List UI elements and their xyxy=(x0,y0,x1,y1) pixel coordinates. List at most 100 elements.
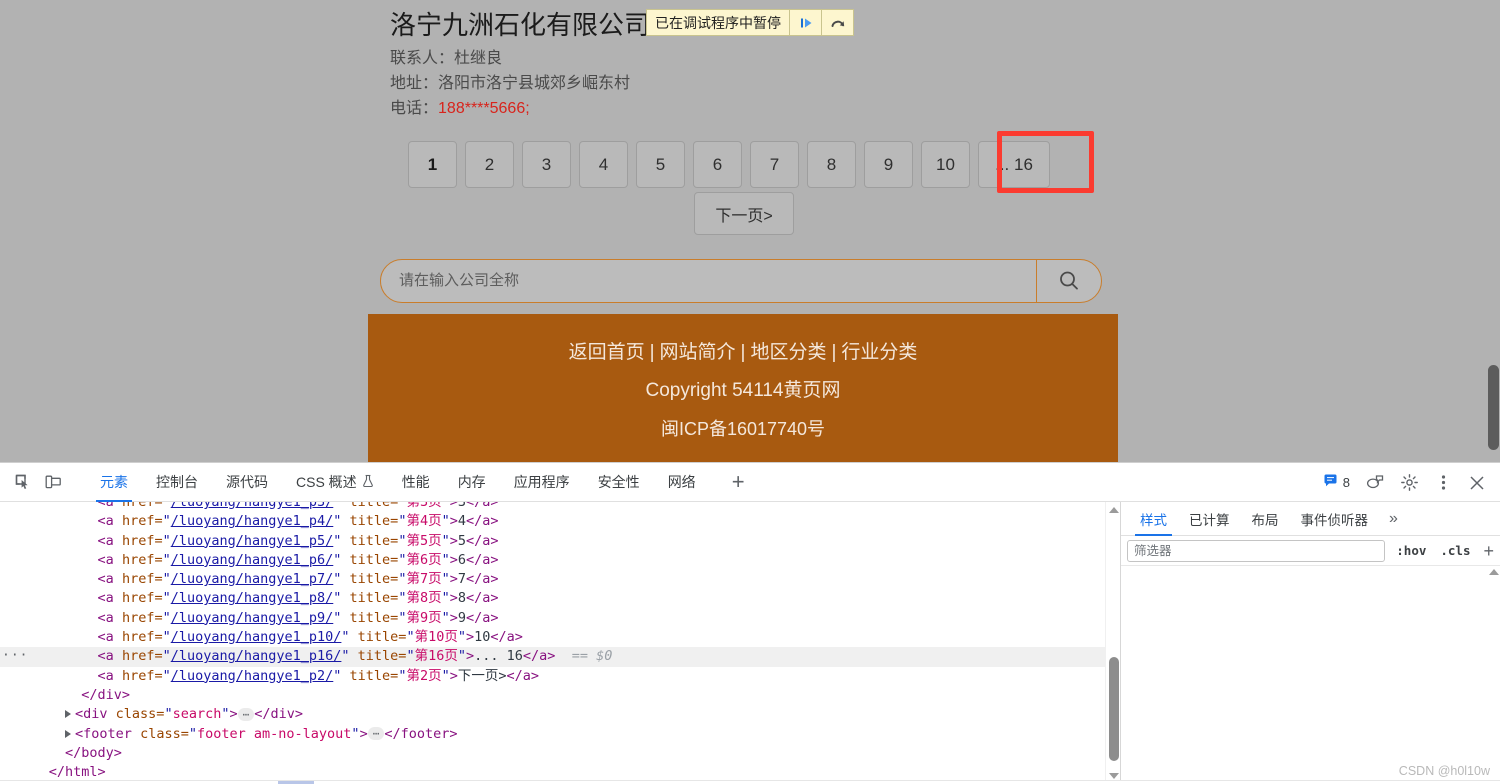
device-toolbar-icon[interactable] xyxy=(38,467,68,497)
dom-scrollbar-thumb[interactable] xyxy=(1109,657,1119,761)
dom-line[interactable]: <a href="/luoyang/hangye1_p5/" title="第5… xyxy=(0,532,1105,551)
styles-scroll-up-arrow[interactable] xyxy=(1489,569,1499,575)
page-button-6[interactable]: 6 xyxy=(693,141,742,188)
footer-link-region[interactable]: 地区分类 xyxy=(750,342,826,363)
dom-scrollbar[interactable] xyxy=(1105,502,1120,784)
new-style-rule-button[interactable]: + xyxy=(1481,542,1496,560)
dom-line[interactable]: <a href="/luoyang/hangye1_p3/" title="第3… xyxy=(0,502,1105,512)
tab-application[interactable]: 应用程序 xyxy=(500,463,584,502)
page-button-8[interactable]: 8 xyxy=(807,141,856,188)
page-scrollbar[interactable] xyxy=(1485,0,1500,462)
dom-scroll-up-arrow[interactable] xyxy=(1109,507,1119,513)
dom-line[interactable]: <a href="/luoyang/hangye1_p6/" title="第6… xyxy=(0,551,1105,570)
search-input[interactable] xyxy=(381,259,1036,302)
resume-script-icon[interactable] xyxy=(789,10,821,35)
tab-memory[interactable]: 内存 xyxy=(444,463,500,502)
tab-event-listeners[interactable]: 事件侦听器 xyxy=(1290,502,1380,536)
expand-triangle-icon[interactable] xyxy=(65,710,72,719)
page-button-5[interactable]: 5 xyxy=(636,141,685,188)
page-scrollbar-thumb[interactable] xyxy=(1488,365,1499,450)
page-button-2[interactable]: 2 xyxy=(465,141,514,188)
code-token-link[interactable]: /luoyang/hangye1_p5/ xyxy=(171,533,334,549)
dom-line[interactable]: <a href="/luoyang/hangye1_p9/" title="第9… xyxy=(0,609,1105,628)
flask-icon xyxy=(362,474,374,491)
tab-elements[interactable]: 元素 xyxy=(86,463,142,502)
dom-line[interactable]: <div class="search"> ⋯ </div> xyxy=(0,705,1105,724)
page-button-9[interactable]: 9 xyxy=(864,141,913,188)
tab-network-label: 网络 xyxy=(667,474,696,490)
styles-filter-bar: :hov .cls + xyxy=(1121,536,1500,566)
page-button-10[interactable]: 10 xyxy=(921,141,970,188)
code-token-link[interactable]: /luoyang/hangye1_p9/ xyxy=(171,610,334,626)
dom-tree-lines: <a href="/luoyang/hangye1_p3/" title="第3… xyxy=(0,502,1105,782)
tab-layout[interactable]: 布局 xyxy=(1241,502,1290,536)
code-token-text: 下一页> xyxy=(457,667,507,684)
page-button-7[interactable]: 7 xyxy=(750,141,799,188)
code-token-link[interactable]: /luoyang/hangye1_p2/ xyxy=(171,668,334,684)
code-token-text: 5 xyxy=(457,532,467,549)
tab-security[interactable]: 安全性 xyxy=(584,463,654,502)
footer-link-industry[interactable]: 行业分类 xyxy=(841,342,917,363)
dom-line[interactable]: <a href="/luoyang/hangye1_p4/" title="第4… xyxy=(0,512,1105,531)
dom-line-selected[interactable]: ··· <a href="/luoyang/hangye1_p16/" titl… xyxy=(0,647,1105,667)
footer-link-about[interactable]: 网站简介 xyxy=(660,342,736,363)
gear-icon[interactable] xyxy=(1394,468,1424,498)
code-token-link[interactable]: /luoyang/hangye1_p3/ xyxy=(171,502,334,510)
phone-value: 188****5666; xyxy=(438,100,530,117)
code-token-tag: </div> xyxy=(254,706,304,723)
dom-line[interactable]: <a href="/luoyang/hangye1_p10/" title="第… xyxy=(0,628,1105,647)
tab-console[interactable]: 控制台 xyxy=(142,463,212,502)
step-over-icon[interactable] xyxy=(821,10,853,35)
devtools-toolbar: 元素 控制台 源代码 CSS 概述 性能 内存 应用程序 安全性 网络 + 8 xyxy=(0,463,1500,502)
code-token-tag: </a> xyxy=(490,629,523,646)
page-button-4[interactable]: 4 xyxy=(579,141,628,188)
styles-more-tabs-icon[interactable]: » xyxy=(1379,510,1408,528)
dom-line[interactable]: <a href="/luoyang/hangye1_p7/" title="第7… xyxy=(0,570,1105,589)
inspect-element-icon[interactable] xyxy=(8,467,38,497)
dom-scroll-down-arrow[interactable] xyxy=(1109,773,1119,779)
code-token-quote: " xyxy=(162,629,171,646)
styles-filter-input[interactable] xyxy=(1127,539,1386,562)
kebab-menu-icon[interactable] xyxy=(1428,468,1458,498)
dom-line[interactable]: <a href="/luoyang/hangye1_p2/" title="第2… xyxy=(0,667,1105,686)
tab-computed[interactable]: 已计算 xyxy=(1178,502,1241,536)
code-token-link[interactable]: /luoyang/hangye1_p8/ xyxy=(171,590,334,606)
dom-line[interactable]: </div> xyxy=(0,686,1105,705)
code-token-tag: > xyxy=(449,502,458,510)
expand-triangle-icon[interactable] xyxy=(65,729,72,738)
code-token-text: 7 xyxy=(457,571,467,588)
add-panel-button[interactable]: + xyxy=(724,471,753,493)
dom-tree-pane[interactable]: <a href="/luoyang/hangye1_p3/" title="第3… xyxy=(0,502,1120,784)
page-button-3[interactable]: 3 xyxy=(522,141,571,188)
tab-styles[interactable]: 样式 xyxy=(1129,502,1178,536)
page-button-1[interactable]: 1 xyxy=(408,141,457,188)
search-icon[interactable] xyxy=(1036,259,1101,302)
tab-sources[interactable]: 源代码 xyxy=(212,463,282,502)
tab-console-label: 控制台 xyxy=(156,474,198,490)
element-classes-button[interactable]: .cls xyxy=(1437,542,1473,559)
code-token-tag: <a xyxy=(97,502,122,510)
styles-scrollbar[interactable] xyxy=(1486,566,1500,784)
tab-network[interactable]: 网络 xyxy=(654,463,710,502)
collapsed-children-icon[interactable]: ⋯ xyxy=(237,707,255,721)
code-token-link[interactable]: /luoyang/hangye1_p16/ xyxy=(171,648,342,664)
tab-css-overview[interactable]: CSS 概述 xyxy=(282,463,388,502)
footer-icp[interactable]: 闽ICP备16017740号 xyxy=(368,410,1118,448)
close-icon[interactable] xyxy=(1462,468,1492,498)
message-count-chip[interactable]: 8 xyxy=(1317,473,1356,493)
dom-line[interactable]: <footer class="footer am-no-layout"> ⋯ </f… xyxy=(0,725,1105,744)
code-token-attr: title= xyxy=(349,590,399,607)
code-token-link[interactable]: /luoyang/hangye1_p4/ xyxy=(171,513,334,529)
code-token-attr: href= xyxy=(121,629,163,646)
collapsed-children-icon[interactable]: ⋯ xyxy=(367,727,385,741)
next-page-button[interactable]: 下一页> xyxy=(694,192,794,235)
code-token-link[interactable]: /luoyang/hangye1_p7/ xyxy=(171,571,334,587)
footer-link-home[interactable]: 返回首页 xyxy=(569,342,645,363)
tab-performance[interactable]: 性能 xyxy=(388,463,444,502)
dom-line[interactable]: <a href="/luoyang/hangye1_p8/" title="第8… xyxy=(0,589,1105,608)
page-button-last[interactable]: ... 16 xyxy=(978,141,1050,188)
feedback-icon[interactable] xyxy=(1360,468,1390,498)
dom-line[interactable]: </body> xyxy=(0,744,1105,763)
force-state-button[interactable]: :hov xyxy=(1393,542,1429,559)
code-token-link[interactable]: /luoyang/hangye1_p6/ xyxy=(171,552,334,568)
